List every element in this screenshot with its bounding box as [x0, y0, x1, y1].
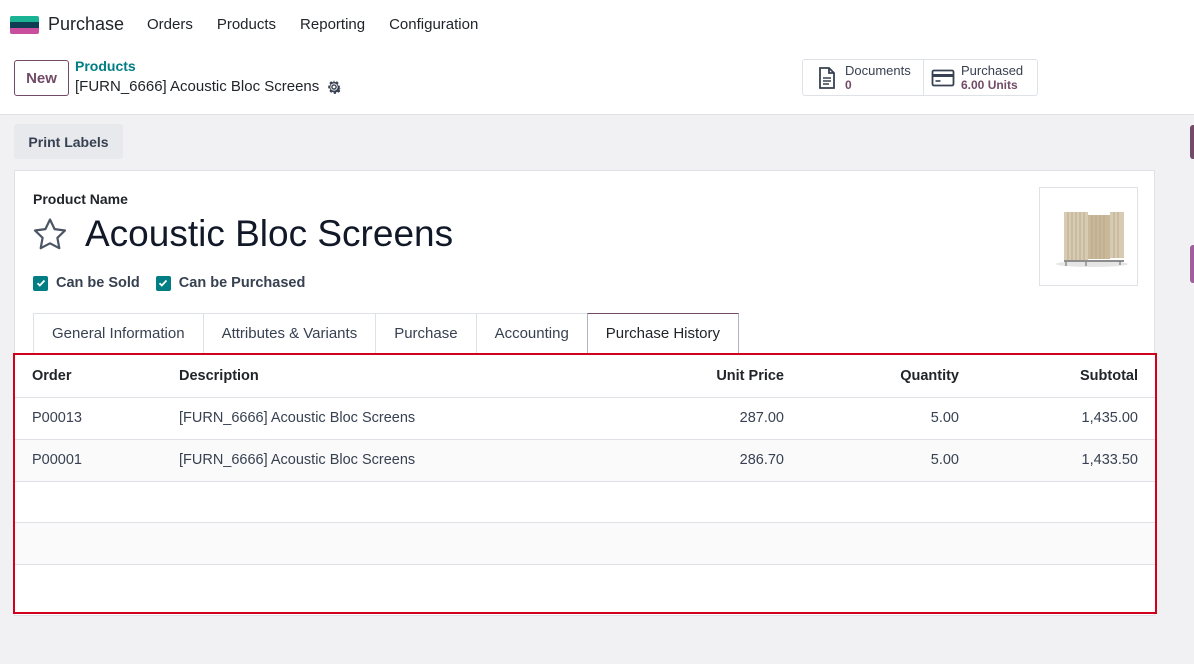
- empty-row: [15, 564, 1155, 606]
- can-be-sold-checkbox[interactable]: [33, 275, 48, 291]
- tab-attributes-variants[interactable]: Attributes & Variants: [202, 313, 376, 354]
- cell-unit-price: 286.70: [601, 439, 801, 482]
- tab-purchase[interactable]: Purchase: [375, 313, 476, 354]
- menu-orders[interactable]: Orders: [147, 16, 193, 33]
- acoustic-screen-image: [1056, 212, 1128, 267]
- side-panel-handle-secondary[interactable]: [1190, 245, 1194, 283]
- gear-icon[interactable]: [327, 79, 342, 94]
- favorite-star-icon[interactable]: [32, 217, 68, 251]
- cell-order: P00001: [15, 439, 162, 482]
- side-panel-handle[interactable]: [1190, 125, 1194, 159]
- table-row[interactable]: P00001 [FURN_6666] Acoustic Bloc Screens…: [15, 439, 1155, 482]
- tab-purchase-history[interactable]: Purchase History: [586, 313, 740, 354]
- cell-subtotal: 1,435.00: [976, 397, 1155, 440]
- can-be-sold-label[interactable]: Can be Sold: [56, 275, 140, 291]
- cell-description: [FURN_6666] Acoustic Bloc Screens: [162, 439, 601, 482]
- purchased-value: 6.00 Units: [961, 77, 1018, 92]
- empty-row: [15, 481, 1155, 523]
- breadcrumb-current: [FURN_6666] Acoustic Bloc Screens: [75, 78, 342, 95]
- column-order[interactable]: Order: [15, 355, 162, 398]
- top-navbar: Purchase Orders Products Reporting Confi…: [0, 0, 1194, 50]
- menu-products[interactable]: Products: [217, 16, 276, 33]
- check-icon: [36, 279, 45, 287]
- column-description[interactable]: Description: [162, 355, 601, 398]
- tab-general-information[interactable]: General Information: [33, 313, 203, 354]
- purchased-label: Purchased: [961, 62, 1024, 78]
- tab-accounting[interactable]: Accounting: [475, 313, 587, 354]
- can-be-purchased-checkbox[interactable]: [155, 275, 171, 291]
- product-flags: Can be Sold Can be Purchased: [33, 275, 321, 291]
- cell-quantity: 5.00: [801, 397, 976, 440]
- column-unit-price[interactable]: Unit Price: [601, 355, 801, 398]
- credit-card-icon: [931, 69, 955, 86]
- product-image[interactable]: [1039, 187, 1138, 286]
- cell-unit-price: 287.00: [601, 397, 801, 440]
- cell-subtotal: 1,433.50: [976, 439, 1155, 482]
- documents-label: Documents: [845, 62, 911, 78]
- form-tabs: General Information Attributes & Variant…: [33, 313, 740, 354]
- documents-count: 0: [845, 77, 852, 92]
- cell-quantity: 5.00: [801, 439, 976, 482]
- breadcrumb-parent[interactable]: Products: [75, 58, 136, 74]
- main-menu: Orders Products Reporting Configuration: [147, 16, 502, 33]
- app-name[interactable]: Purchase: [48, 14, 124, 35]
- print-labels-button[interactable]: Print Labels: [14, 124, 123, 159]
- menu-configuration[interactable]: Configuration: [389, 16, 478, 33]
- purchase-history-table: Order Description Unit Price Quantity Su…: [13, 353, 1157, 614]
- column-quantity[interactable]: Quantity: [801, 355, 976, 398]
- check-icon: [159, 279, 168, 287]
- control-panel: New Products [FURN_6666] Acoustic Bloc S…: [0, 50, 1194, 115]
- menu-reporting[interactable]: Reporting: [300, 16, 365, 33]
- can-be-purchased-label[interactable]: Can be Purchased: [179, 275, 306, 291]
- purchase-app-icon[interactable]: [10, 16, 39, 34]
- purchased-smart-button[interactable]: Purchased 6.00 Units: [923, 59, 1038, 96]
- empty-row: [15, 522, 1155, 565]
- cell-order: P00013: [15, 397, 162, 440]
- documents-smart-button[interactable]: Documents 0: [802, 59, 924, 96]
- column-subtotal[interactable]: Subtotal: [976, 355, 1155, 398]
- table-header-row: Order Description Unit Price Quantity Su…: [15, 355, 1155, 398]
- document-icon: [819, 66, 835, 89]
- cell-description: [FURN_6666] Acoustic Bloc Screens: [162, 397, 601, 440]
- new-button[interactable]: New: [14, 60, 69, 96]
- product-name-field[interactable]: Acoustic Bloc Screens: [85, 213, 453, 255]
- breadcrumb-current-label: [FURN_6666] Acoustic Bloc Screens: [75, 78, 320, 95]
- product-name-label: Product Name: [33, 191, 128, 207]
- table-row[interactable]: P00013 [FURN_6666] Acoustic Bloc Screens…: [15, 397, 1155, 440]
